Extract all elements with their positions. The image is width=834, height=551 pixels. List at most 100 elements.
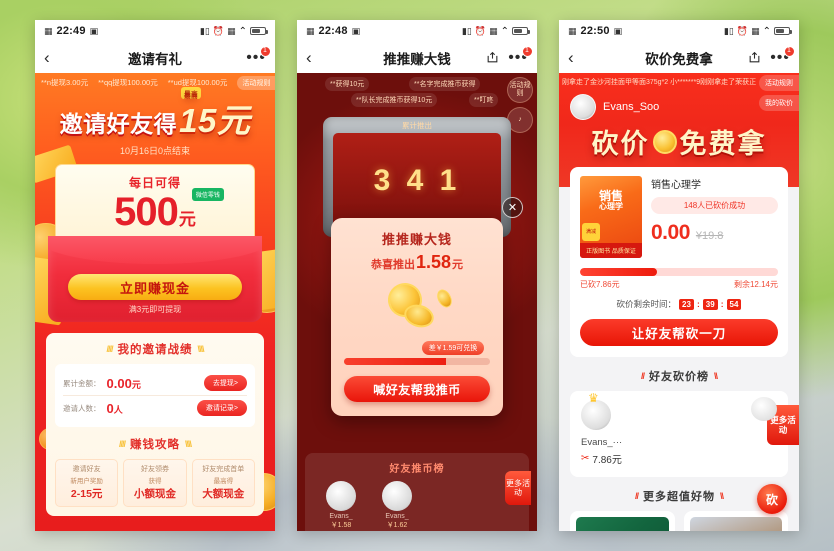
invite-stats-panel: //// 我的邀请战绩 \\\\ 累计金额： 0.00元 去提现> 邀请人数： xyxy=(46,333,264,516)
coin-icon xyxy=(652,129,677,154)
activity-rules-button[interactable]: 活动规则 xyxy=(237,75,275,90)
hero-amount: 最高 15元 xyxy=(179,87,250,142)
good-card[interactable] xyxy=(570,511,675,531)
notification-badge: 1 xyxy=(784,45,795,57)
daily-amount-unit: 元 xyxy=(178,210,196,229)
bargain-page-body: 刚拿走了金沙河挂面甲等面375g*2 小*******9刚刚拿走了荣获正 活动规… xyxy=(559,73,799,531)
more-menu-button[interactable]: ••• 1 xyxy=(246,45,271,65)
friend-rank-card: 好友推币榜 Evans_ ￥1.58 Evans_ ￥1.62 更多活动 xyxy=(305,453,531,531)
product-image[interactable]: 销售 心理学 满减 正版图书 品质保证 xyxy=(580,176,642,258)
status-bar: ▦ 22:49 ▣ ▮▯ ⏰ ▦ ⌃ xyxy=(35,20,275,42)
stats-title-text: 我的邀请战绩 xyxy=(117,344,193,356)
list-item[interactable]: Evans_ ￥1.58 xyxy=(321,481,361,530)
status-bar: ▦ 22:50 ▣ ▮▯ ⏰ ▦ ⌃ xyxy=(559,20,799,42)
good-image xyxy=(576,517,669,531)
crown-icon: ♛ xyxy=(588,391,599,405)
modal-title: 推推赚大钱 xyxy=(381,232,452,247)
withdraw-button[interactable]: 去提现> xyxy=(203,375,247,391)
invite-records-button[interactable]: 邀请记录> xyxy=(196,400,247,416)
hero-side-buttons: 活动规则 我的砍价 xyxy=(759,75,799,115)
hero-title-left: 砍价 xyxy=(591,129,650,159)
alarm-icon: ⏰ xyxy=(212,25,225,36)
more-menu-button[interactable]: ••• 1 xyxy=(508,45,533,65)
friend-amount: ￥1.62 xyxy=(386,522,408,529)
hero-headline: 邀请好友得 最高 15元 xyxy=(60,87,251,142)
cut-left-label: 剩余12.14元 xyxy=(733,280,778,289)
phone-panel-bargain: ▦ 22:50 ▣ ▮▯ ⏰ ▦ ⌃ ‹ 砍价免费拿 ••• 1 刚拿走了金沙河… xyxy=(559,20,799,531)
friend-list: Evans_ ￥1.58 Evans_ ￥1.62 xyxy=(313,475,521,530)
guide-card[interactable]: 好友完成首单 最高得 大额现金 xyxy=(191,459,255,507)
status-time: 22:50 xyxy=(580,25,610,37)
share-icon[interactable] xyxy=(486,51,499,64)
more-menu-button[interactable]: ••• 1 xyxy=(770,45,795,65)
earn-cash-button[interactable]: 立即赚现金 xyxy=(68,274,242,300)
title-slash-left: //// xyxy=(106,344,113,354)
signal-bars-icon: ▮▯ xyxy=(723,25,734,36)
avatar xyxy=(326,481,356,511)
original-price: ¥19.8 xyxy=(695,230,724,242)
cut-done-label: 已砍7.86元 xyxy=(580,280,620,289)
guide-card[interactable]: 邀请好友 新用户奖励 2-15元 xyxy=(55,459,119,507)
guide-line3: 小额现金 xyxy=(133,488,176,500)
more-activities-button[interactable]: 更多活动 xyxy=(751,397,799,445)
invite-page-body: **n提现3.00元 **qq提现100.00元 **ud提现100.00元 活… xyxy=(35,73,275,531)
machine-label: 累计推出 xyxy=(402,121,432,130)
winners-ticker: **n提现3.00元 **qq提现100.00元 **ud提现100.00元 活… xyxy=(35,73,275,92)
activity-rules-button[interactable]: 活动规则 xyxy=(507,77,533,103)
notification-badge: 1 xyxy=(260,45,271,57)
title-slash-left: // xyxy=(634,491,639,501)
signal-bars-icon: ▮▯ xyxy=(461,25,472,36)
stat-label: 邀请人数： xyxy=(63,403,101,413)
avatar xyxy=(382,481,412,511)
guide-title-text: 赚钱攻略 xyxy=(130,439,180,451)
phone-panel-invite: ▦ 22:49 ▣ ▮▯ ⏰ ▦ ⌃ ‹ 邀请有礼 ••• 1 **n提现3.0… xyxy=(35,20,275,531)
ticker-item: **n提现3.00元 xyxy=(41,78,89,87)
activity-rules-button[interactable]: 活动规则 xyxy=(759,75,799,91)
title-slash-right: \\\\ xyxy=(197,344,205,354)
hero-subtitle: 10月16日0点结束 xyxy=(119,146,191,156)
ask-friends-button[interactable]: 喊好友帮我推币 xyxy=(344,376,490,402)
friend-amount: 7.86元 xyxy=(592,455,622,466)
back-button[interactable]: ‹ xyxy=(44,49,66,66)
title-slash-right: \\ xyxy=(714,371,718,381)
push-coin-page-body: **获得10元 **名字完成推币获得 **队长完成推币获得10元 **叮咚 活动… xyxy=(297,73,537,531)
current-price: 0.00 xyxy=(651,221,690,244)
countdown-label: 砍价剩余时间： xyxy=(616,299,677,309)
share-icon[interactable] xyxy=(748,51,761,64)
good-card[interactable] xyxy=(683,511,788,531)
close-icon[interactable]: ✕ xyxy=(502,197,523,218)
daily-label: 每日可得 xyxy=(128,176,181,190)
friend-rank-title: 好友推币榜 xyxy=(389,464,445,475)
guide-card[interactable]: 好友领券 获得 小额现金 xyxy=(123,459,187,507)
friend-rank-title: // 好友砍价榜 \\ xyxy=(559,368,799,384)
stat-row: 邀请人数： 0人 邀请记录> xyxy=(63,395,247,420)
my-bargains-button[interactable]: 我的砍价 xyxy=(759,95,799,111)
book-title-sub: 心理学 xyxy=(599,202,623,212)
back-button[interactable]: ‹ xyxy=(306,49,328,66)
wifi-icon: ⌃ xyxy=(762,25,771,37)
product-bargain-card: 销售 心理学 满减 正版图书 品质保证 销售心理学 148人已砍价成功 0.00… xyxy=(570,167,788,357)
app-icon: ▣ xyxy=(89,25,99,36)
coin-icon xyxy=(434,287,455,310)
more-activities-button[interactable]: 更多活动 xyxy=(505,471,531,505)
stat-label: 累计金额： xyxy=(63,378,101,388)
user-name: Evans_Soo xyxy=(603,101,660,113)
guide-line1: 好友完成首单 xyxy=(202,466,245,473)
avatar[interactable] xyxy=(570,94,596,120)
page-title: 邀请有礼 xyxy=(128,51,182,67)
friend-amount: ￥1.58 xyxy=(330,522,352,529)
countdown-minutes: 39 xyxy=(702,298,718,310)
status-time: 22:48 xyxy=(318,25,348,37)
list-item[interactable]: Evans_ ￥1.62 xyxy=(377,481,417,530)
daily-amount: 500 元 微信零钱 xyxy=(114,188,224,232)
back-button[interactable]: ‹ xyxy=(568,49,590,66)
stat-value-unit: 元 xyxy=(131,379,141,390)
good-image xyxy=(689,517,782,531)
stats-box: 累计金额： 0.00元 去提现> 邀请人数： 0人 邀请记录> xyxy=(55,364,255,427)
congrats-prefix: 恭喜推出 xyxy=(370,259,415,271)
ask-friends-bargain-button[interactable]: 让好友帮砍一刀 xyxy=(580,319,778,346)
network-icon: ▦ xyxy=(227,25,236,36)
friend-name: Evans_ xyxy=(329,513,353,520)
bargain-float-button[interactable]: 砍 xyxy=(757,484,787,514)
title-slash-left: // xyxy=(640,371,645,381)
